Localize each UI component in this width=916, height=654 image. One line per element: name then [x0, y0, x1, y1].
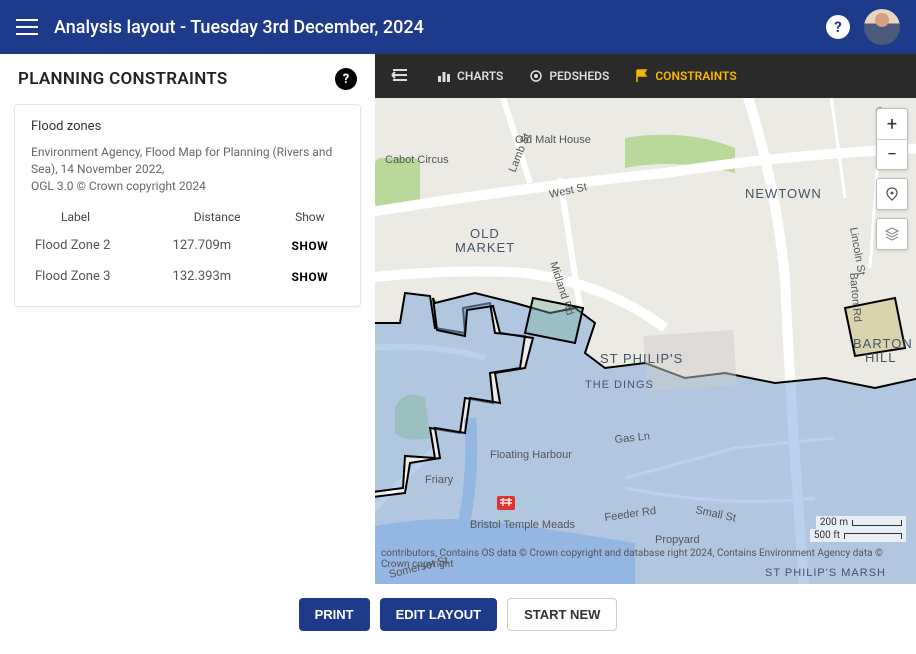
scale-bar: 200 m 500 ft	[810, 516, 906, 542]
footer-actions: PRINT EDIT LAYOUT START NEW	[0, 584, 916, 645]
target-icon	[529, 69, 543, 83]
help-icon[interactable]: ?	[826, 15, 850, 39]
locate-button[interactable]	[877, 179, 907, 209]
svg-text:Floating Harbour: Floating Harbour	[490, 449, 572, 461]
constraints-panel: PLANNING CONSTRAINTS ? Flood zones Envir…	[0, 54, 375, 584]
map-canvas[interactable]: Cabot Circus Old Malt House NEWTOWN OLDM…	[375, 98, 916, 584]
panel-help-icon[interactable]: ?	[335, 68, 357, 90]
svg-text:Friary: Friary	[425, 474, 454, 486]
map[interactable]: CHARTS PEDSHEDS CONSTRAINTS	[375, 54, 916, 584]
flood-zones-card: Flood zones Environment Agency, Flood Ma…	[14, 104, 361, 307]
svg-text:Propyard: Propyard	[655, 534, 700, 546]
table-row: Flood Zone 3 132.393m SHOW	[31, 261, 344, 292]
avatar[interactable]	[864, 9, 900, 45]
svg-text:Cabot Circus: Cabot Circus	[385, 154, 449, 166]
zoom-out-button[interactable]: −	[877, 139, 907, 169]
collapse-icon[interactable]	[385, 63, 415, 90]
bar-chart-icon	[437, 69, 451, 83]
layers-button[interactable]	[877, 219, 907, 249]
tab-pedsheds[interactable]: PEDSHEDS	[519, 63, 619, 89]
print-button[interactable]: PRINT	[299, 598, 370, 631]
card-title: Flood zones	[31, 119, 344, 134]
constraints-table: Label Distance Show Flood Zone 2 127.709…	[31, 204, 344, 292]
layers-icon	[884, 226, 900, 242]
col-distance: Distance	[159, 204, 276, 230]
panel-title: PLANNING CONSTRAINTS	[18, 69, 228, 89]
zoom-in-button[interactable]: +	[877, 109, 907, 139]
edit-layout-button[interactable]: EDIT LAYOUT	[380, 598, 497, 631]
page-title: Analysis layout - Tuesday 3rd December, …	[54, 17, 826, 38]
svg-text:NEWTOWN: NEWTOWN	[745, 186, 822, 201]
start-new-button[interactable]: START NEW	[507, 598, 617, 631]
col-label: Label	[31, 204, 159, 230]
menu-icon[interactable]	[16, 19, 38, 35]
tab-constraints[interactable]: CONSTRAINTS	[625, 63, 746, 89]
map-controls: + −	[876, 108, 908, 250]
show-button[interactable]: SHOW	[280, 239, 340, 253]
flag-icon	[635, 69, 649, 83]
map-attribution: contributors, Contains OS data © Crown c…	[375, 546, 916, 584]
table-row: Flood Zone 2 127.709m SHOW	[31, 230, 344, 261]
col-show: Show	[276, 204, 344, 230]
map-toolbar: CHARTS PEDSHEDS CONSTRAINTS	[375, 54, 916, 98]
app-header: Analysis layout - Tuesday 3rd December, …	[0, 0, 916, 54]
card-source: Environment Agency, Flood Map for Planni…	[31, 144, 344, 194]
svg-text:Bristol Temple Meads: Bristol Temple Meads	[470, 519, 575, 531]
pin-icon	[885, 187, 899, 201]
svg-text:THE DINGS: THE DINGS	[585, 379, 654, 391]
svg-text:ST PHILIP'S: ST PHILIP'S	[600, 351, 683, 366]
tab-charts[interactable]: CHARTS	[427, 63, 513, 89]
show-button[interactable]: SHOW	[280, 270, 340, 284]
